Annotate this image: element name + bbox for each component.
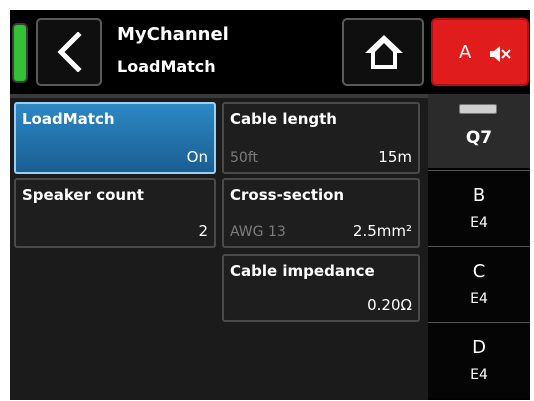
mute-channel-label: A bbox=[459, 42, 472, 63]
channel-selector: Q7 B E4 C E4 D E4 bbox=[428, 94, 530, 400]
home-icon bbox=[365, 35, 403, 69]
channel-item-d[interactable]: D E4 bbox=[428, 322, 530, 398]
cable-length-title: Cable length bbox=[230, 110, 337, 128]
device-screen: MyChannel LoadMatch A LoadMatch On Cable… bbox=[10, 10, 530, 400]
current-channel-label: Q7 bbox=[465, 128, 493, 148]
grid-divider bbox=[10, 94, 428, 98]
channel-item-b[interactable]: B E4 bbox=[428, 170, 530, 246]
page-subtitle: LoadMatch bbox=[117, 57, 216, 76]
cable-impedance-title: Cable impedance bbox=[230, 262, 375, 280]
channel-item-c[interactable]: C E4 bbox=[428, 246, 530, 322]
cross-section-tile[interactable]: Cross-section AWG 13 2.5mm² bbox=[222, 178, 420, 248]
speaker-count-value: 2 bbox=[198, 222, 208, 240]
cable-length-value: 15m bbox=[378, 148, 412, 166]
cross-section-secondary: AWG 13 bbox=[230, 224, 286, 240]
cable-impedance-tile[interactable]: Cable impedance 0.20Ω bbox=[222, 254, 420, 322]
channel-mode: E4 bbox=[470, 291, 488, 307]
home-button[interactable] bbox=[342, 18, 424, 86]
channel-name: C bbox=[472, 261, 486, 282]
channel-name: D bbox=[472, 337, 486, 358]
cable-length-secondary: 50ft bbox=[230, 150, 258, 166]
cable-length-tile[interactable]: Cable length 50ft 15m bbox=[222, 102, 420, 174]
loadmatch-tile[interactable]: LoadMatch On bbox=[14, 102, 216, 174]
speaker-count-title: Speaker count bbox=[22, 186, 144, 204]
current-channel[interactable]: Q7 bbox=[428, 94, 530, 168]
channel-mode: E4 bbox=[470, 367, 488, 383]
back-button[interactable] bbox=[36, 18, 102, 86]
header-bar: MyChannel LoadMatch A bbox=[10, 10, 530, 94]
status-led bbox=[12, 23, 28, 83]
cross-section-title: Cross-section bbox=[230, 186, 345, 204]
channel-mode: E4 bbox=[470, 215, 488, 231]
loadmatch-value: On bbox=[186, 148, 208, 166]
loadmatch-title: LoadMatch bbox=[22, 110, 115, 128]
cross-section-value: 2.5mm² bbox=[352, 222, 412, 240]
cable-impedance-value: 0.20Ω bbox=[367, 296, 412, 314]
channel-indicator-bar bbox=[459, 104, 497, 114]
back-arrow-icon bbox=[57, 32, 82, 72]
speaker-count-tile[interactable]: Speaker count 2 bbox=[14, 178, 216, 248]
mute-button[interactable]: A bbox=[431, 18, 529, 86]
channel-name: B bbox=[472, 185, 486, 206]
page-title: MyChannel bbox=[117, 24, 229, 45]
speaker-mute-icon bbox=[490, 46, 511, 62]
